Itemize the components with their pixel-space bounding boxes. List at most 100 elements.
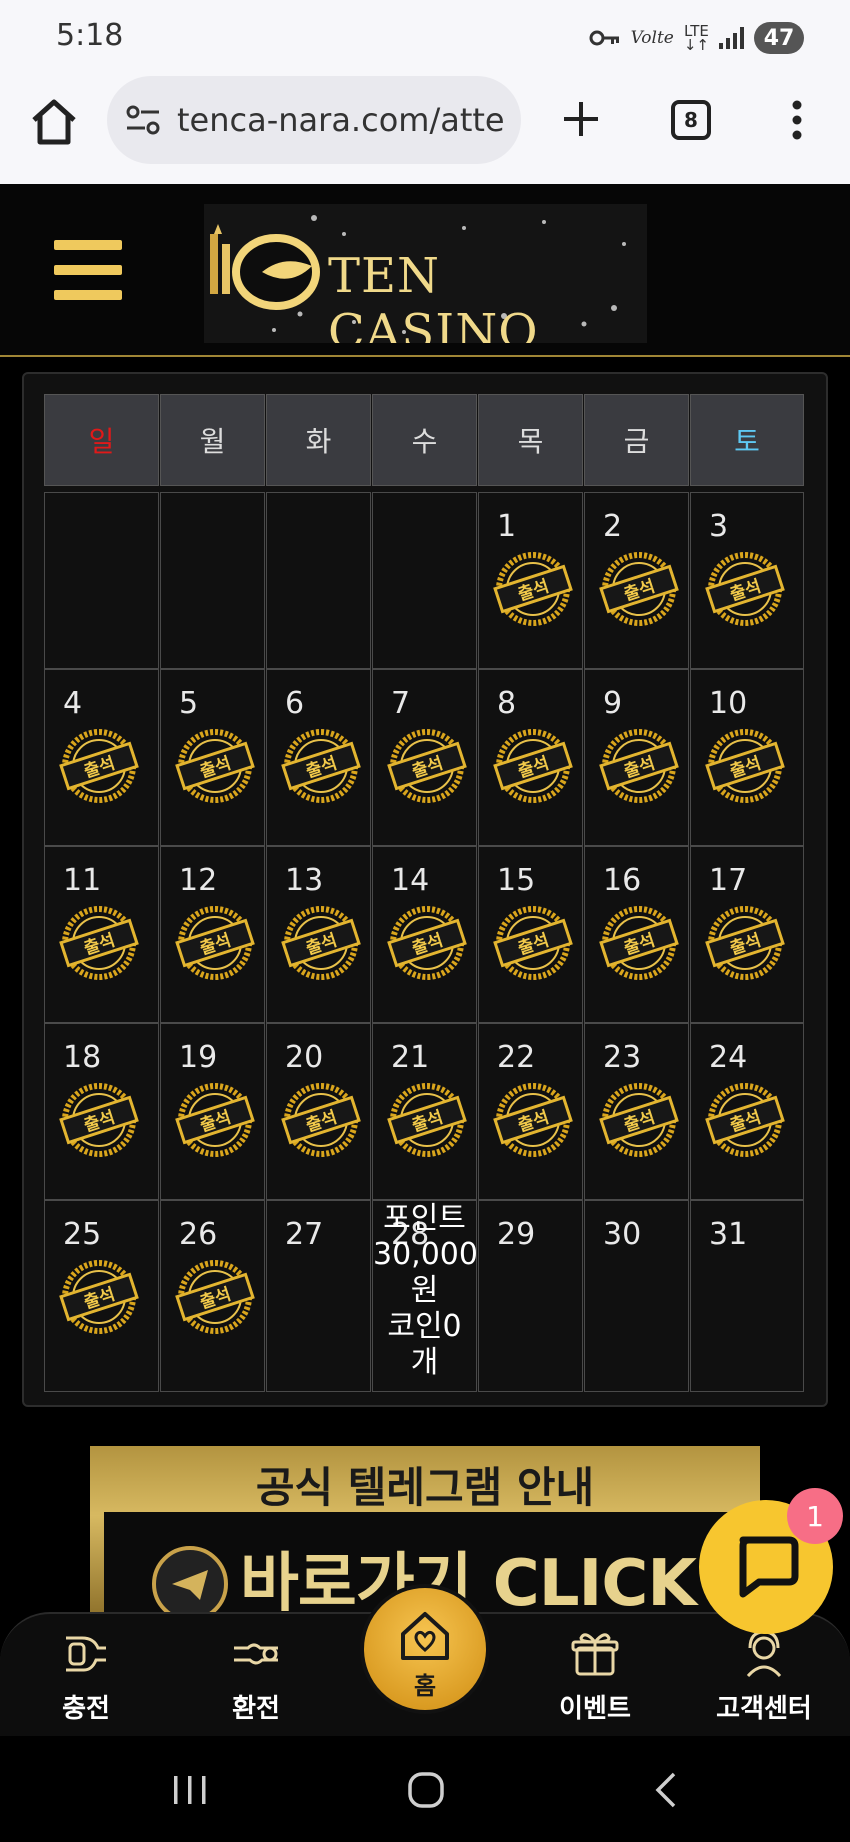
attendance-stamp-icon: 출석: [599, 1083, 679, 1157]
day-number: 31: [709, 1217, 748, 1252]
attendance-stamp-icon: 출석: [175, 1260, 255, 1334]
calendar-day-cell[interactable]: 30: [584, 1200, 689, 1392]
support-agent-icon: [746, 1630, 782, 1678]
calendar-day-cell[interactable]: 7 출석: [372, 669, 477, 846]
weekday-header: 월: [160, 394, 265, 486]
calendar-day-cell[interactable]: 20 출석: [266, 1023, 371, 1200]
calendar-day-cell[interactable]: 24 출석: [690, 1023, 804, 1200]
weekday-header: 금: [584, 394, 689, 486]
tune-icon[interactable]: [123, 100, 163, 140]
attendance-stamp-icon: 출석: [387, 729, 467, 803]
lte-label: LTE: [683, 22, 709, 40]
nav-charge[interactable]: 충전: [26, 1614, 146, 1738]
daily-reward-info: 포인트 30,000 원 코인0 개: [373, 1201, 478, 1381]
attendance-stamp-icon: 출석: [493, 729, 573, 803]
telegram-icon: [152, 1546, 228, 1620]
calendar-day-cell: [372, 492, 477, 669]
reward-line: 30,000: [373, 1237, 478, 1272]
nav-home[interactable]: 홈: [360, 1584, 490, 1714]
volte-indicator: Volte: [630, 28, 674, 48]
day-number: 5: [179, 686, 199, 721]
attendance-stamp-icon: 출석: [387, 1083, 467, 1157]
calendar-day-cell[interactable]: 22 출석: [478, 1023, 583, 1200]
calendar-day-cell[interactable]: 29: [478, 1200, 583, 1392]
back-icon[interactable]: [650, 1770, 680, 1810]
nav-label: 이벤트: [559, 1694, 631, 1724]
weekday-header: 일: [44, 394, 159, 486]
status-time: 5:18: [56, 18, 124, 53]
day-number: 13: [285, 863, 324, 898]
status-bar: 5:18 Volte LTE ↓↑ 47: [0, 0, 850, 76]
calendar-day-cell[interactable]: 6 출석: [266, 669, 371, 846]
home-button-icon[interactable]: [406, 1770, 446, 1810]
calendar-day-cell[interactable]: 23 출석: [584, 1023, 689, 1200]
calendar-day-cell[interactable]: 1 출석: [478, 492, 583, 669]
nav-label: 환전: [232, 1694, 280, 1724]
tabs-icon[interactable]: 8: [671, 100, 711, 140]
day-number: 1: [497, 509, 517, 544]
attendance-stamp-icon: 출석: [59, 1260, 139, 1334]
calendar-day-cell[interactable]: 2 출석: [584, 492, 689, 669]
calendar-day-cell[interactable]: 27: [266, 1200, 371, 1392]
day-number: 10: [709, 686, 748, 721]
day-number: 22: [497, 1040, 536, 1075]
calendar-day-cell[interactable]: 25 출석: [44, 1200, 159, 1392]
day-number: 9: [603, 686, 623, 721]
plus-icon[interactable]: [556, 94, 606, 144]
attendance-stamp-icon: 출석: [175, 729, 255, 803]
attendance-stamp-icon: 출석: [599, 729, 679, 803]
nav-label: 홈: [413, 1672, 437, 1700]
calendar-day-cell[interactable]: 11 출석: [44, 846, 159, 1023]
calendar-day-cell[interactable]: 15 출석: [478, 846, 583, 1023]
day-number: 15: [497, 863, 536, 898]
day-number: 27: [285, 1217, 324, 1252]
day-number: 24: [709, 1040, 748, 1075]
home-icon[interactable]: [28, 96, 80, 148]
address-bar[interactable]: tenca-nara.com/atte: [107, 76, 521, 164]
calendar-day-cell[interactable]: 18 출석: [44, 1023, 159, 1200]
calendar-day-cell[interactable]: 16 출석: [584, 846, 689, 1023]
nav-exchange[interactable]: 환전: [196, 1614, 316, 1738]
calendar-day-cell: [266, 492, 371, 669]
calendar-day-cell[interactable]: 28 포인트 30,000 원 코인0 개: [372, 1200, 478, 1392]
day-number: 11: [63, 863, 102, 898]
calendar-day-cell[interactable]: 4 출석: [44, 669, 159, 846]
weekday-header: 수: [372, 394, 477, 486]
calendar-day-cell[interactable]: 26 출석: [160, 1200, 265, 1392]
nav-event[interactable]: 이벤트: [535, 1614, 655, 1738]
calendar-day-cell[interactable]: 17 출석: [690, 846, 804, 1023]
recent-apps-icon[interactable]: [170, 1772, 210, 1808]
calendar-day-cell[interactable]: 10 출석: [690, 669, 804, 846]
lte-indicator: LTE ↓↑: [683, 22, 709, 54]
more-vert-icon[interactable]: [782, 98, 812, 142]
attendance-stamp-icon: 출석: [705, 552, 785, 626]
url-text[interactable]: tenca-nara.com/atte: [177, 101, 505, 139]
site-logo[interactable]: TEN CASINO: [204, 204, 647, 343]
hamburger-menu-icon[interactable]: [54, 240, 122, 300]
reward-line: 원: [410, 1273, 439, 1308]
day-number: 18: [63, 1040, 102, 1075]
reward-line: 포인트: [383, 1201, 466, 1236]
calendar-day-cell[interactable]: 8 출석: [478, 669, 583, 846]
calendar-day-cell[interactable]: 12 출석: [160, 846, 265, 1023]
charge-icon: [66, 1636, 106, 1672]
calendar-day-cell[interactable]: 19 출석: [160, 1023, 265, 1200]
nav-label: 충전: [62, 1694, 110, 1724]
attendance-stamp-icon: 출석: [599, 552, 679, 626]
calendar-day-cell[interactable]: 21 출석: [372, 1023, 477, 1200]
day-number: 16: [603, 863, 642, 898]
calendar-day-cell[interactable]: 14 출석: [372, 846, 477, 1023]
calendar-day-cell[interactable]: 9 출석: [584, 669, 689, 846]
calendar-day-cell[interactable]: 3 출석: [690, 492, 804, 669]
day-number: 7: [391, 686, 411, 721]
gift-icon: [571, 1633, 619, 1676]
calendar-day-cell[interactable]: 13 출석: [266, 846, 371, 1023]
attendance-stamp-icon: 출석: [59, 1083, 139, 1157]
exchange-icon: [234, 1643, 278, 1665]
reward-line: 개: [410, 1345, 439, 1380]
home-heart-icon: [401, 1612, 449, 1660]
calendar-day-cell[interactable]: 31: [690, 1200, 804, 1392]
day-number: 26: [179, 1217, 218, 1252]
calendar-day-cell[interactable]: 5 출석: [160, 669, 265, 846]
signal-icon: [719, 27, 744, 49]
